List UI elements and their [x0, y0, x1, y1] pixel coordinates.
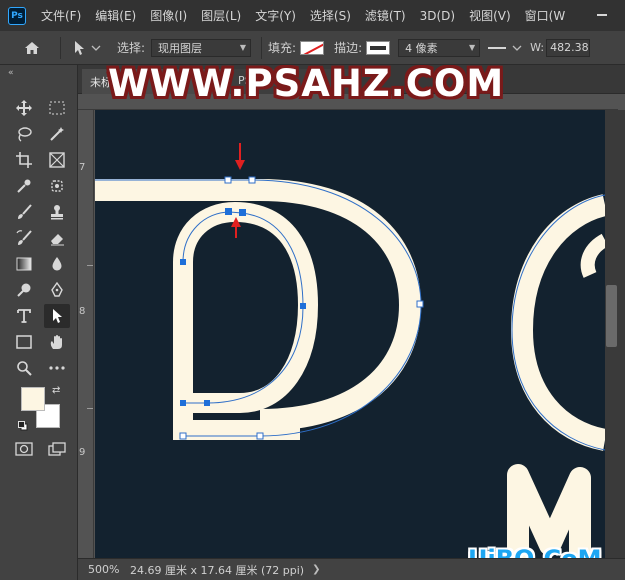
- chevron-down-icon: ▼: [239, 42, 247, 52]
- menu-type[interactable]: 文字(Y): [248, 7, 303, 24]
- status-bar: 500% 24.69 厘米 x 17.64 厘米 (72 ppi) ❯: [78, 558, 625, 580]
- stroke-width-value: 4 像素: [405, 41, 438, 55]
- dodge-tool-icon[interactable]: [11, 278, 37, 302]
- pen-tool-icon[interactable]: [44, 278, 70, 302]
- foreground-color-swatch[interactable]: [21, 387, 45, 411]
- hand-tool-icon[interactable]: [44, 330, 70, 354]
- default-colors-icon[interactable]: [18, 420, 28, 431]
- artwork: [95, 143, 605, 558]
- more-tools-icon[interactable]: [44, 356, 70, 380]
- width-input[interactable]: 482.38: [546, 38, 591, 57]
- menu-edit[interactable]: 编辑(E): [88, 7, 143, 24]
- blur-tool-icon[interactable]: [44, 252, 70, 276]
- chevron-down-icon[interactable]: [512, 44, 522, 52]
- quick-mask-icon[interactable]: [11, 437, 37, 461]
- history-brush-tool-icon[interactable]: [11, 226, 37, 250]
- stroke-swatch[interactable]: [366, 40, 391, 55]
- menu-layer[interactable]: 图层(L): [194, 7, 248, 24]
- separator: [261, 36, 263, 59]
- type-tool-icon[interactable]: [11, 304, 37, 328]
- menu-file[interactable]: 文件(F): [34, 7, 88, 24]
- vertical-ruler: 7 8 9: [78, 110, 94, 558]
- clone-stamp-tool-icon[interactable]: [44, 200, 70, 224]
- width-label: W:: [530, 41, 545, 54]
- swap-colors-icon[interactable]: ⇄: [52, 385, 60, 396]
- separator: [60, 36, 61, 59]
- collapse-panel-icon[interactable]: «: [8, 68, 14, 78]
- rectangular-marquee-tool-icon[interactable]: [44, 96, 70, 120]
- zoom-level[interactable]: 500%: [78, 563, 130, 576]
- photoshop-logo-icon: Ps: [8, 6, 26, 25]
- ruler-tick: [87, 408, 93, 409]
- zoom-tool-icon[interactable]: [11, 356, 37, 380]
- menu-select[interactable]: 选择(S): [303, 7, 358, 24]
- select-dropdown-value: 现用图层: [158, 41, 203, 55]
- select-dropdown[interactable]: 现用图层 ▼: [151, 38, 252, 57]
- scrollbar-thumb[interactable]: [606, 285, 617, 347]
- brush-tool-icon[interactable]: [11, 200, 37, 224]
- home-icon[interactable]: [22, 41, 42, 55]
- ruler-mark: 9: [79, 447, 86, 458]
- direct-selection-tool-icon[interactable]: [44, 304, 70, 328]
- fill-label: 填充:: [268, 41, 297, 55]
- chevron-right-icon[interactable]: ❯: [312, 564, 320, 575]
- width-value: 482.38: [550, 41, 589, 54]
- eraser-tool-icon[interactable]: [44, 226, 70, 250]
- menu-view[interactable]: 视图(V): [462, 7, 518, 24]
- document-canvas[interactable]: [95, 110, 605, 558]
- window-minimize-button[interactable]: [597, 14, 607, 16]
- lasso-tool-icon[interactable]: [11, 122, 37, 146]
- tools-panel: « ⇄: [0, 65, 78, 580]
- direct-selection-tool-icon[interactable]: [73, 40, 101, 56]
- select-label: 选择:: [117, 41, 146, 55]
- ruler-mark: 7: [79, 162, 86, 173]
- watermark-logo: WWW.PSAHZ.COM: [108, 62, 505, 105]
- move-tool-icon[interactable]: [11, 96, 37, 120]
- gradient-tool-icon[interactable]: [11, 252, 37, 276]
- menu-bar: Ps 文件(F) 编辑(E) 图像(I) 图层(L) 文字(Y) 选择(S) 滤…: [0, 0, 625, 31]
- menu-window[interactable]: 窗口(W: [518, 7, 573, 24]
- menu-3d[interactable]: 3D(D): [413, 9, 462, 23]
- frame-tool-icon[interactable]: [44, 148, 70, 172]
- menu-image[interactable]: 图像(I): [143, 7, 194, 24]
- stroke-type-icon[interactable]: [488, 46, 507, 49]
- rectangle-tool-icon[interactable]: [11, 330, 37, 354]
- screen-mode-icon[interactable]: [44, 437, 70, 461]
- document-info: 24.69 厘米 x 17.64 厘米 (72 ppi): [130, 563, 305, 577]
- stroke-label: 描边:: [334, 41, 363, 55]
- eyedropper-tool-icon[interactable]: [11, 174, 37, 198]
- magic-wand-tool-icon[interactable]: [44, 122, 70, 146]
- crop-tool-icon[interactable]: [11, 148, 37, 172]
- ruler-mark: 8: [79, 306, 86, 317]
- stroke-width-dropdown[interactable]: 4 像素 ▼: [398, 38, 481, 57]
- spot-healing-brush-tool-icon[interactable]: [44, 174, 70, 198]
- menu-filter[interactable]: 滤镜(T): [358, 7, 413, 24]
- options-bar: 选择: 现用图层 ▼ 填充: 描边: 4 像素 ▼ W: 482.38: [0, 31, 625, 65]
- chevron-down-icon: ▼: [468, 42, 476, 52]
- ruler-tick: [87, 265, 93, 266]
- fill-swatch[interactable]: [300, 40, 325, 55]
